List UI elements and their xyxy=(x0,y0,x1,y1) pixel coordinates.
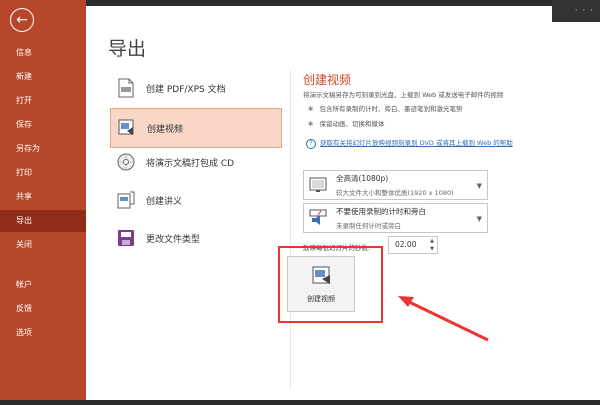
annotation-arrow xyxy=(398,296,489,342)
window-bottom-bar xyxy=(0,400,600,405)
